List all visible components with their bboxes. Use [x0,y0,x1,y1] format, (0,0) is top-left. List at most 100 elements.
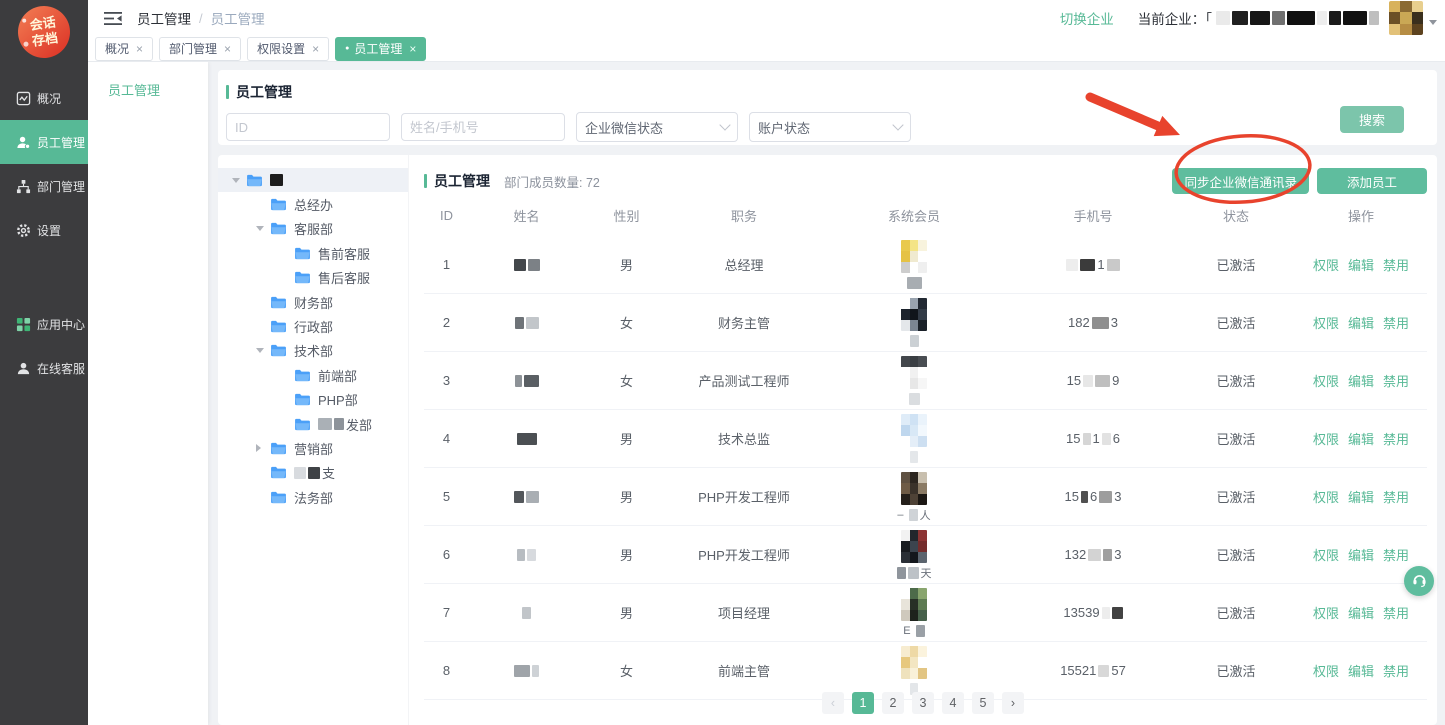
user-avatar[interactable] [1389,1,1423,35]
action-permission[interactable]: 权限 [1313,661,1339,680]
tree-node[interactable]: 售后客服 [218,266,408,290]
prev-page-button[interactable]: ‹ [822,692,844,714]
action-permission[interactable]: 权限 [1313,371,1339,390]
folder-icon [270,344,287,357]
member-avatar [901,530,927,563]
add-employee-button[interactable]: 添加员工 [1317,168,1427,194]
tree-node[interactable]: 行政部 [218,314,408,338]
tree-node[interactable]: 发部 [218,412,408,436]
search-button[interactable]: 搜索 [1340,106,1404,133]
action-permission[interactable]: 权限 [1313,487,1339,506]
sync-wechat-contacts-button[interactable]: 同步企业微信通讯录 [1172,168,1309,194]
tree-node[interactable]: 营销部 [218,436,408,460]
tab-close-icon[interactable]: × [136,42,143,56]
caret-down-icon[interactable] [1429,20,1437,25]
cell-name [469,433,584,445]
action-edit[interactable]: 编辑 [1348,429,1374,448]
tab-close-icon[interactable]: × [409,42,416,56]
redaction-block [517,549,525,561]
sidebar-item-online-support[interactable]: 在线客服 [0,346,88,390]
sidebar-item-settings[interactable]: 设置 [0,208,88,252]
cell-member [819,356,1009,405]
action-disable[interactable]: 禁用 [1383,255,1409,274]
tree-node[interactable]: 客服部 [218,217,408,241]
cell-gender: 女 [584,371,669,390]
action-permission[interactable]: 权限 [1313,255,1339,274]
action-edit[interactable]: 编辑 [1348,313,1374,332]
action-permission[interactable]: 权限 [1313,313,1339,332]
breadcrumb-separator: / [199,11,203,26]
tree-node[interactable]: 财务部 [218,290,408,314]
action-edit[interactable]: 编辑 [1348,255,1374,274]
tree-node[interactable]: 前端部 [218,363,408,387]
tab-close-icon[interactable]: × [224,42,231,56]
caret-down-icon[interactable] [256,348,265,353]
sidebar-item-app-center[interactable]: 应用中心 [0,302,88,346]
sidebar-item-overview[interactable]: 概况 [0,76,88,120]
page-button-3[interactable]: 3 [912,692,934,714]
cell-title: 项目经理 [669,603,819,622]
action-disable[interactable]: 禁用 [1383,313,1409,332]
action-permission[interactable]: 权限 [1313,429,1339,448]
id-input[interactable] [226,113,390,141]
tree-node[interactable]: 法务部 [218,485,408,509]
cell-actions: 权限编辑禁用 [1295,487,1427,506]
action-edit[interactable]: 编辑 [1348,545,1374,564]
tree-node[interactable]: 支 [218,461,408,485]
folder-icon [270,491,287,504]
table-header-bar: 员工管理 部门成员数量: 72 同步企业微信通讯录 添加员工 [424,168,1427,194]
action-edit[interactable]: 编辑 [1348,661,1374,680]
caret-right-icon[interactable] [256,444,265,452]
action-disable[interactable]: 禁用 [1383,371,1409,390]
switch-company-link[interactable]: 切换企业 [1060,8,1114,28]
action-permission[interactable]: 权限 [1313,545,1339,564]
page-button-1[interactable]: 1 [852,692,874,714]
sidebar-item-department-management[interactable]: 部门管理 [0,164,88,208]
tree-node[interactable]: 售前客服 [218,241,408,265]
page-button-2[interactable]: 2 [882,692,904,714]
redaction-block [1112,607,1123,619]
action-disable[interactable]: 禁用 [1383,661,1409,680]
action-disable[interactable]: 禁用 [1383,429,1409,448]
page-button-4[interactable]: 4 [942,692,964,714]
folder-icon [294,271,311,284]
sidebar-item-label: 设置 [37,222,61,239]
action-disable[interactable]: 禁用 [1383,603,1409,622]
action-edit[interactable]: 编辑 [1348,487,1374,506]
folder-icon [270,442,287,455]
sidebar-item-employee-management[interactable]: 员工管理 [0,120,88,164]
action-edit[interactable]: 编辑 [1348,603,1374,622]
tree-node[interactable]: 技术部 [218,339,408,363]
table-row: 2女财务主管1823已激活权限编辑禁用 [424,294,1427,352]
tab-2[interactable]: ●权限设置× [247,37,329,61]
action-edit[interactable]: 编辑 [1348,371,1374,390]
folder-icon [294,393,311,406]
sidebar-item-label: 员工管理 [37,134,85,151]
wechat-status-select[interactable]: 企业微信状态 [576,112,738,142]
redaction-block [514,259,526,271]
name-phone-input[interactable] [401,113,565,141]
cell-name [469,375,584,387]
action-disable[interactable]: 禁用 [1383,487,1409,506]
tab-close-icon[interactable]: × [312,42,319,56]
tab-3[interactable]: ●员工管理× [335,37,426,61]
online-support-float-button[interactable] [1404,566,1434,596]
next-page-button[interactable]: › [1002,692,1024,714]
column-header: ID [424,208,469,223]
company-name-redacted [1216,11,1379,25]
action-permission[interactable]: 权限 [1313,603,1339,622]
collapse-menu-icon[interactable] [104,11,122,26]
tab-0[interactable]: ●概况× [95,37,153,61]
action-disable[interactable]: 禁用 [1383,545,1409,564]
account-status-select[interactable]: 账户状态 [749,112,911,142]
tree-node[interactable]: 总经办 [218,192,408,216]
tree-node[interactable] [218,168,408,192]
caret-down-icon[interactable] [232,178,241,183]
tree-node[interactable]: PHP部 [218,388,408,412]
text-fragment: 1 [1097,257,1104,272]
caret-down-icon[interactable] [256,226,265,231]
tab-1[interactable]: ●部门管理× [159,37,241,61]
submenu-item-0[interactable]: 员工管理 [88,80,208,102]
status-badge: 已激活 [1177,661,1295,680]
page-button-5[interactable]: 5 [972,692,994,714]
